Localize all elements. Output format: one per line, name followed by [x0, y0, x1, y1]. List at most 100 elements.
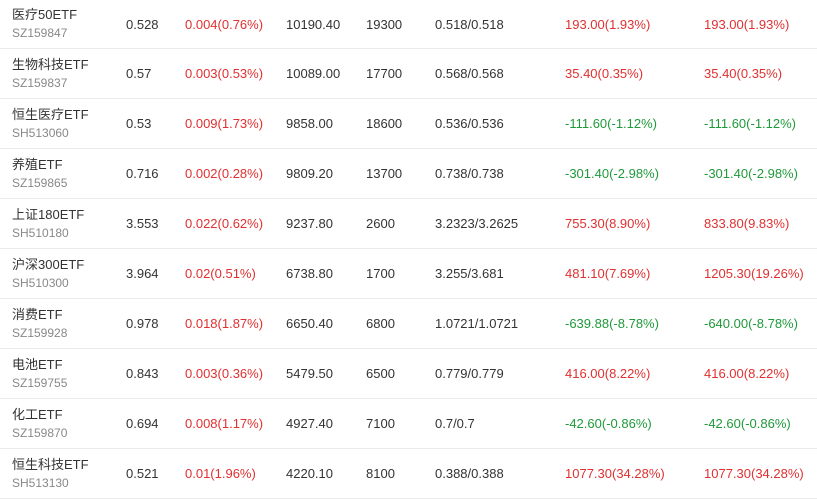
fund-name-cell[interactable]: 生物科技ETF SZ159837	[12, 49, 89, 98]
price: 3.553	[126, 216, 159, 231]
market-value: 9858.00	[286, 116, 333, 131]
change: 0.003(0.53%)	[185, 66, 264, 81]
position-pnl: 481.10(7.69%)	[565, 266, 651, 281]
shares: 6500	[366, 366, 395, 381]
fund-name[interactable]: 沪深300ETF	[12, 256, 84, 273]
change: 0.002(0.28%)	[185, 166, 264, 181]
shares: 6800	[366, 316, 395, 331]
fund-name[interactable]: 化工ETF	[12, 406, 63, 423]
total-pnl: 193.00(1.93%)	[704, 16, 790, 32]
change: 0.01(1.96%)	[185, 466, 256, 481]
shares: 13700	[366, 166, 403, 181]
fund-name[interactable]: 医疗50ETF	[12, 6, 77, 23]
fund-name-cell[interactable]: 医疗50ETF SZ159847	[12, 0, 77, 48]
fund-name[interactable]: 恒生医疗ETF	[12, 106, 89, 123]
change: 0.02(0.51%)	[185, 266, 256, 281]
cost: 0.7/0.7	[435, 416, 475, 431]
market-value: 10190.40	[286, 16, 341, 32]
table-row[interactable]: 生物科技ETF SZ159837 0.57 0.003(0.53%) 10089…	[0, 49, 817, 99]
cost: 0.388/0.388	[435, 466, 504, 481]
fund-name[interactable]: 生物科技ETF	[12, 56, 89, 73]
total-pnl: 1077.30(34.28%)	[704, 466, 804, 481]
fund-name[interactable]: 上证180ETF	[12, 206, 84, 223]
fund-name-cell[interactable]: 恒生科技ETF SH513130	[12, 449, 89, 498]
fund-name[interactable]: 养殖ETF	[12, 156, 63, 173]
total-pnl: 833.80(9.83%)	[704, 216, 790, 231]
cost: 3.255/3.681	[435, 266, 504, 281]
fund-code: SZ159847	[12, 26, 68, 40]
position-pnl: -42.60(-0.86%)	[565, 416, 652, 431]
market-value: 9237.80	[286, 216, 333, 231]
price: 0.528	[126, 16, 159, 32]
shares: 19300	[366, 16, 403, 32]
position-pnl: 35.40(0.35%)	[565, 66, 644, 81]
price: 0.843	[126, 366, 159, 381]
position-pnl: -639.88(-8.78%)	[565, 316, 659, 331]
shares: 2600	[366, 216, 395, 231]
fund-name-cell[interactable]: 电池ETF SZ159755	[12, 349, 67, 398]
position-pnl: -301.40(-2.98%)	[565, 166, 659, 181]
total-pnl: 1205.30(19.26%)	[704, 266, 804, 281]
total-pnl: 416.00(8.22%)	[704, 366, 790, 381]
market-value: 6650.40	[286, 316, 333, 331]
table-row[interactable]: 化工ETF SZ159870 0.694 0.008(1.17%) 4927.4…	[0, 399, 817, 449]
price: 3.964	[126, 266, 159, 281]
cost: 0.568/0.568	[435, 66, 504, 81]
change: 0.008(1.17%)	[185, 416, 264, 431]
fund-name[interactable]: 消费ETF	[12, 306, 63, 323]
change: 0.022(0.62%)	[185, 216, 264, 231]
change: 0.003(0.36%)	[185, 366, 264, 381]
cost: 0.738/0.738	[435, 166, 504, 181]
fund-name-cell[interactable]: 恒生医疗ETF SH513060	[12, 99, 89, 148]
market-value: 4220.10	[286, 466, 333, 481]
fund-name-cell[interactable]: 沪深300ETF SH510300	[12, 249, 84, 298]
fund-code: SH513130	[12, 475, 69, 490]
total-pnl: 35.40(0.35%)	[704, 66, 783, 81]
fund-code: SH513060	[12, 125, 69, 140]
market-value: 10089.00	[286, 66, 341, 81]
change: 0.009(1.73%)	[185, 116, 264, 131]
table-row[interactable]: 养殖ETF SZ159865 0.716 0.002(0.28%) 9809.2…	[0, 149, 817, 199]
price: 0.57	[126, 66, 152, 81]
fund-name-cell[interactable]: 化工ETF SZ159870	[12, 399, 67, 448]
holdings-table: 医疗50ETF SZ159847 0.528 0.004(0.76%) 1019…	[0, 0, 817, 499]
shares: 18600	[366, 116, 403, 131]
market-value: 6738.80	[286, 266, 333, 281]
fund-name-cell[interactable]: 消费ETF SZ159928	[12, 299, 67, 348]
market-value: 4927.40	[286, 416, 333, 431]
table-row[interactable]: 医疗50ETF SZ159847 0.528 0.004(0.76%) 1019…	[0, 0, 817, 49]
total-pnl: -42.60(-0.86%)	[704, 416, 791, 431]
market-value: 9809.20	[286, 166, 333, 181]
fund-code: SZ159755	[12, 375, 68, 390]
change: 0.018(1.87%)	[185, 316, 264, 331]
price: 0.53	[126, 116, 152, 131]
shares: 1700	[366, 266, 395, 281]
cost: 0.779/0.779	[435, 366, 504, 381]
table-row[interactable]: 电池ETF SZ159755 0.843 0.003(0.36%) 5479.5…	[0, 349, 817, 399]
table-row[interactable]: 恒生医疗ETF SH513060 0.53 0.009(1.73%) 9858.…	[0, 99, 817, 149]
fund-name[interactable]: 恒生科技ETF	[12, 456, 89, 473]
position-pnl: 755.30(8.90%)	[565, 216, 651, 231]
total-pnl: -640.00(-8.78%)	[704, 316, 798, 331]
shares: 8100	[366, 466, 395, 481]
table-row[interactable]: 沪深300ETF SH510300 3.964 0.02(0.51%) 6738…	[0, 249, 817, 299]
table-row[interactable]: 恒生科技ETF SH513130 0.521 0.01(1.96%) 4220.…	[0, 449, 817, 499]
cost: 0.518/0.518	[435, 16, 504, 32]
table-row[interactable]: 上证180ETF SH510180 3.553 0.022(0.62%) 923…	[0, 199, 817, 249]
fund-code: SZ159870	[12, 425, 68, 440]
position-pnl: 1077.30(34.28%)	[565, 466, 665, 481]
fund-name-cell[interactable]: 养殖ETF SZ159865	[12, 149, 67, 198]
shares: 17700	[366, 66, 403, 81]
change: 0.004(0.76%)	[185, 16, 264, 32]
table-row[interactable]: 消费ETF SZ159928 0.978 0.018(1.87%) 6650.4…	[0, 299, 817, 349]
price: 0.694	[126, 416, 159, 431]
cost: 3.2323/3.2625	[435, 216, 519, 231]
fund-code: SH510300	[12, 275, 69, 290]
cost: 0.536/0.536	[435, 116, 504, 131]
position-pnl: -111.60(-1.12%)	[565, 116, 658, 131]
fund-code: SZ159837	[12, 75, 68, 90]
fund-name[interactable]: 电池ETF	[12, 356, 63, 373]
position-pnl: 193.00(1.93%)	[565, 16, 651, 32]
fund-code: SZ159865	[12, 175, 68, 190]
fund-name-cell[interactable]: 上证180ETF SH510180	[12, 199, 84, 248]
